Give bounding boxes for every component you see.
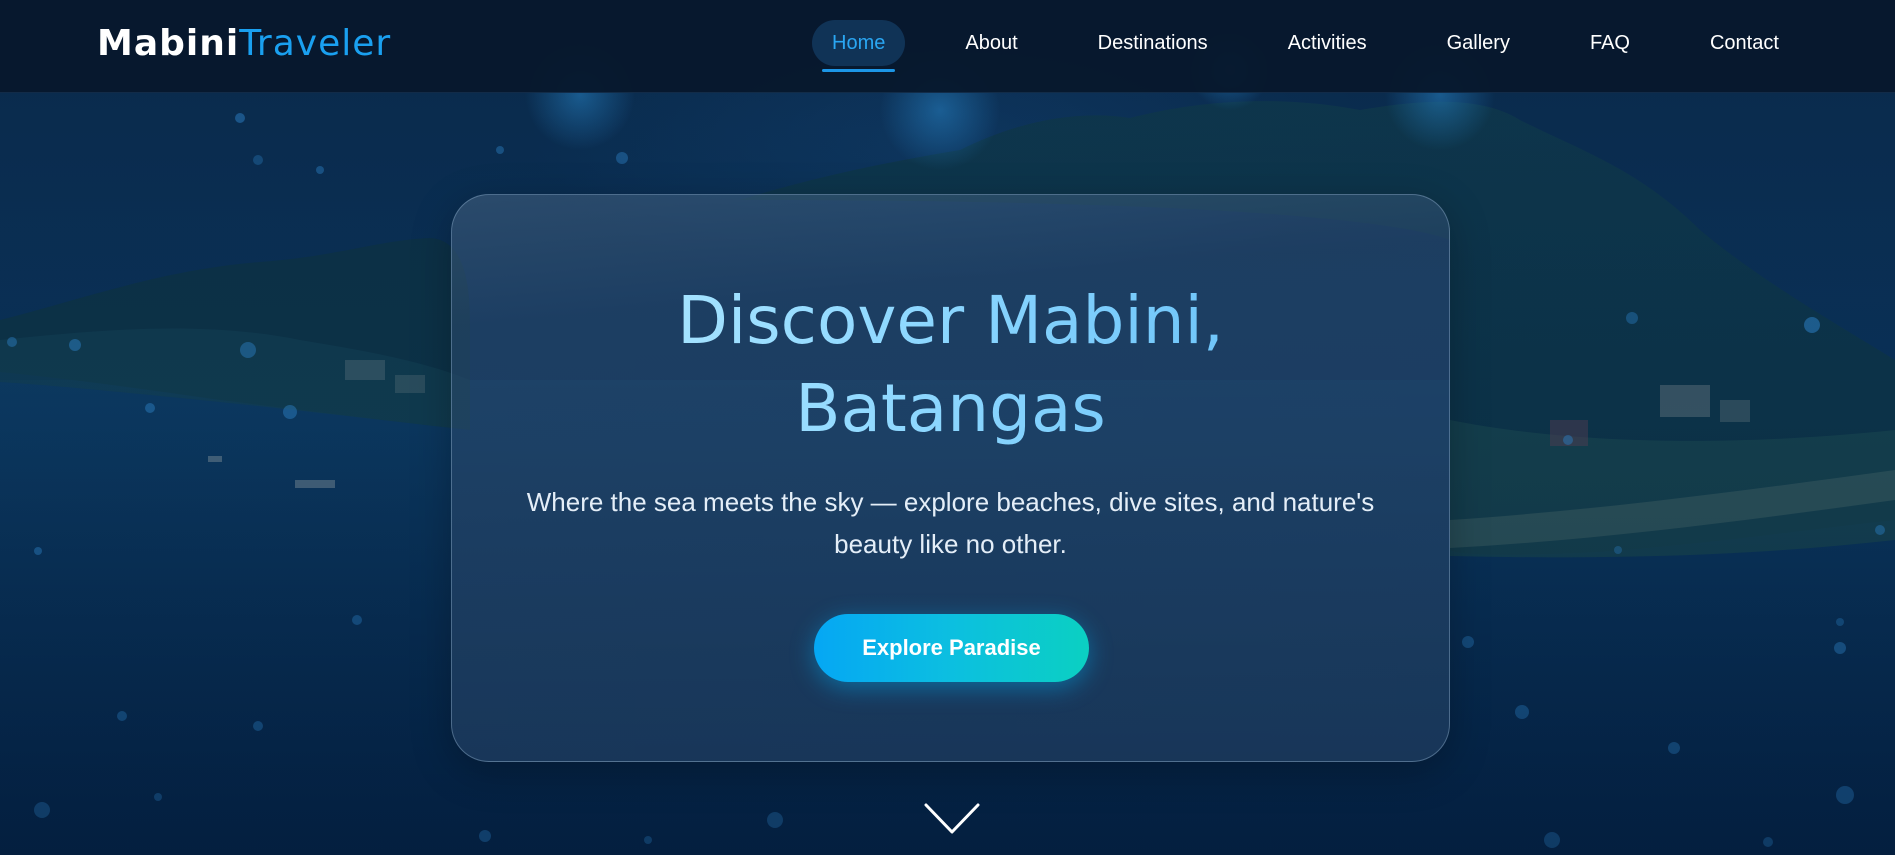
explore-paradise-button[interactable]: Explore Paradise	[814, 614, 1089, 682]
nav-item-destinations[interactable]: Destinations	[1078, 20, 1228, 66]
nav-item-about[interactable]: About	[945, 20, 1037, 66]
hero-subtitle: Where the sea meets the sky — explore be…	[526, 487, 1375, 559]
hero-title-line1: Discover Mabini,	[677, 282, 1224, 359]
nav-item-gallery[interactable]: Gallery	[1427, 20, 1530, 66]
chevron-down-icon[interactable]	[924, 802, 980, 836]
hero-title: Discover Mabini, Batangas	[452, 277, 1449, 453]
navbar: MabiniTraveler Home About Destinations A…	[0, 0, 1895, 93]
main-nav: Home About Destinations Activities Galle…	[812, 20, 1799, 72]
hero-card: Discover Mabini, Batangas Where the sea …	[451, 194, 1450, 762]
brand-logo[interactable]: MabiniTraveler	[97, 20, 391, 68]
nav-item-contact[interactable]: Contact	[1690, 20, 1799, 66]
brand-name-primary: Mabini	[97, 23, 240, 64]
nav-item-home[interactable]: Home	[812, 20, 906, 72]
nav-item-activities[interactable]: Activities	[1268, 20, 1387, 66]
hero-title-line2: Batangas	[795, 370, 1106, 447]
nav-item-faq[interactable]: FAQ	[1570, 20, 1650, 66]
brand-name-accent: Traveler	[239, 23, 392, 64]
